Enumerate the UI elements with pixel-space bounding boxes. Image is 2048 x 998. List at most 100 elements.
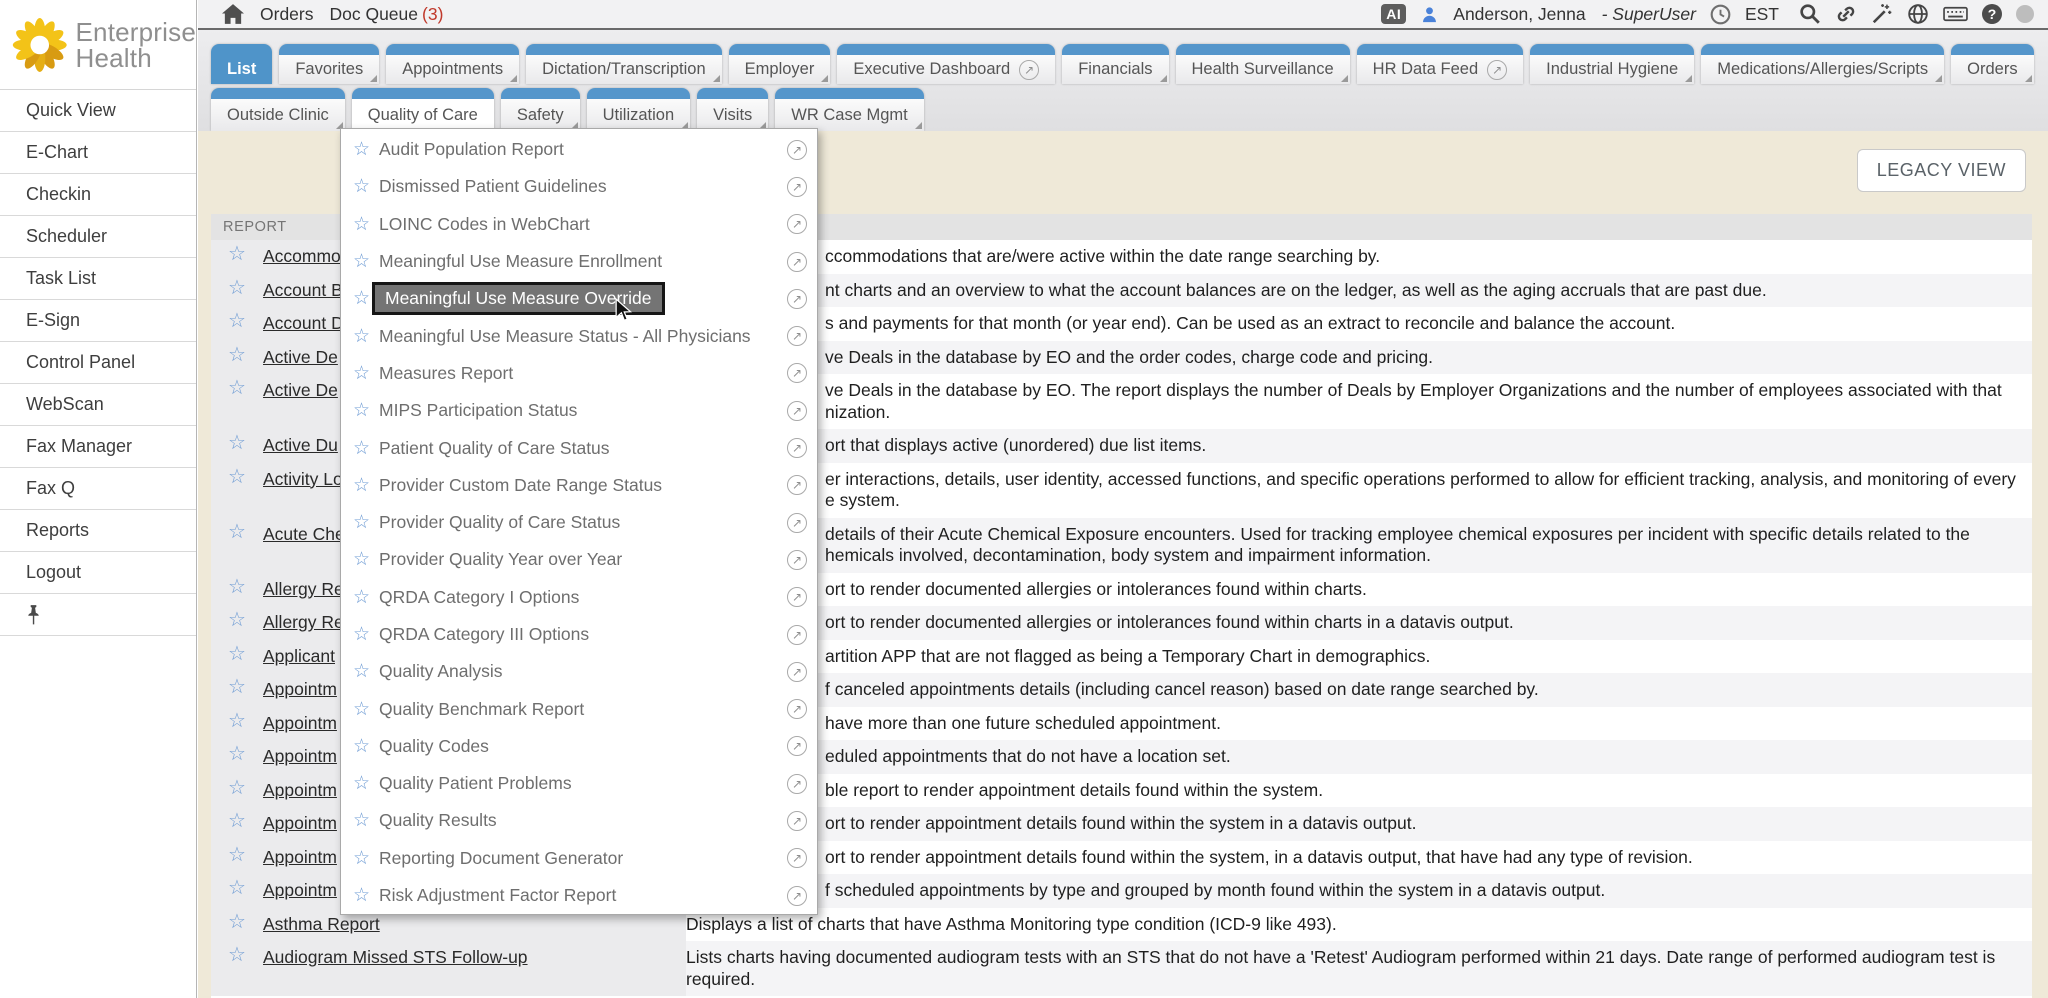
open-in-new-icon[interactable] xyxy=(787,438,807,458)
report-link[interactable]: Acute Che xyxy=(263,524,345,544)
help-icon[interactable] xyxy=(1982,4,2002,24)
favorite-star-icon[interactable] xyxy=(353,811,371,830)
favorite-star-icon[interactable] xyxy=(228,432,246,454)
breadcrumb-doc-queue[interactable]: Doc Queue xyxy=(329,4,418,25)
favorite-star-icon[interactable] xyxy=(228,743,246,765)
open-in-new-icon[interactable] xyxy=(787,550,807,570)
open-in-new-icon[interactable] xyxy=(787,177,807,197)
favorite-star-icon[interactable] xyxy=(228,466,246,488)
menu-item[interactable]: Dismissed Patient Guidelines xyxy=(341,168,817,205)
report-link[interactable]: Account D xyxy=(263,313,344,333)
report-link[interactable]: Asthma Report xyxy=(263,914,380,934)
menu-item-label[interactable]: Meaningful Use Measure Enrollment xyxy=(379,251,662,272)
sidebar-item[interactable]: Logout xyxy=(0,552,196,594)
open-in-new-icon[interactable] xyxy=(787,662,807,682)
tab-item[interactable]: Financials xyxy=(1062,44,1168,84)
open-in-new-icon[interactable] xyxy=(787,699,807,719)
sidebar-item[interactable]: E-Sign xyxy=(0,300,196,342)
menu-item[interactable]: Provider Quality Year over Year xyxy=(341,541,817,578)
favorite-star-icon[interactable] xyxy=(228,521,246,543)
favorite-star-icon[interactable] xyxy=(228,377,246,399)
tab-item[interactable]: HR Data Feed xyxy=(1357,44,1523,84)
clock-icon[interactable] xyxy=(1710,4,1731,25)
tab-item[interactable]: Medications/Allergies/Scripts xyxy=(1701,44,1944,84)
favorite-star-icon[interactable] xyxy=(353,177,371,196)
tab-item[interactable]: List xyxy=(211,44,272,84)
open-in-new-icon[interactable] xyxy=(787,401,807,421)
favorite-star-icon[interactable] xyxy=(228,710,246,732)
favorite-star-icon[interactable] xyxy=(353,700,371,719)
report-link[interactable]: Appointm xyxy=(263,880,337,900)
menu-item[interactable]: Quality Patient Problems xyxy=(341,765,817,802)
menu-item[interactable]: Provider Custom Date Range Status xyxy=(341,467,817,504)
home-icon[interactable] xyxy=(222,4,244,24)
favorite-star-icon[interactable] xyxy=(353,476,371,495)
report-link[interactable]: Account B xyxy=(263,280,343,300)
menu-item-label[interactable]: QRDA Category I Options xyxy=(379,587,579,608)
report-link[interactable]: Applicant xyxy=(263,646,335,666)
favorite-star-icon[interactable] xyxy=(228,243,246,265)
search-icon[interactable] xyxy=(1799,3,1821,25)
report-link[interactable]: Allergy Re xyxy=(263,612,344,632)
report-link[interactable]: Appointm xyxy=(263,847,337,867)
menu-item-label[interactable]: Meaningful Use Measure Status - All Phys… xyxy=(379,326,751,347)
menu-item[interactable]: Quality Codes xyxy=(341,728,817,765)
wand-icon[interactable] xyxy=(1871,3,1893,25)
report-link[interactable]: Appointm xyxy=(263,679,337,699)
menu-item[interactable]: Quality Results xyxy=(341,802,817,839)
menu-item[interactable]: MIPS Participation Status xyxy=(341,392,817,429)
favorite-star-icon[interactable] xyxy=(228,911,246,933)
favorite-star-icon[interactable] xyxy=(353,886,371,905)
tab-item[interactable]: Employer xyxy=(729,44,831,84)
menu-item-label[interactable]: Quality Benchmark Report xyxy=(379,699,584,720)
open-in-new-icon[interactable] xyxy=(787,886,807,906)
menu-item[interactable]: Provider Quality of Care Status xyxy=(341,504,817,541)
sidebar-item[interactable]: Task List xyxy=(0,258,196,300)
favorite-star-icon[interactable] xyxy=(228,576,246,598)
open-in-new-icon[interactable] xyxy=(787,774,807,794)
tab-item[interactable]: Dictation/Transcription xyxy=(526,44,722,84)
sidebar-item[interactable]: WebScan xyxy=(0,384,196,426)
menu-item-label[interactable]: LOINC Codes in WebChart xyxy=(379,214,590,235)
open-in-new-icon[interactable] xyxy=(787,140,807,160)
tab-item[interactable]: Executive Dashboard xyxy=(837,44,1055,84)
tab-item[interactable]: Appointments xyxy=(386,44,519,84)
menu-item-label[interactable]: Quality Analysis xyxy=(379,661,503,682)
favorite-star-icon[interactable] xyxy=(353,289,371,308)
keyboard-icon[interactable] xyxy=(1943,4,1968,24)
open-in-new-icon[interactable] xyxy=(787,289,807,309)
menu-item-label[interactable]: Provider Quality Year over Year xyxy=(379,549,622,570)
menu-item-label[interactable]: Patient Quality of Care Status xyxy=(379,438,610,459)
report-link[interactable]: Allergy Re xyxy=(263,579,344,599)
report-link[interactable]: Appointm xyxy=(263,746,337,766)
favorite-star-icon[interactable] xyxy=(353,662,371,681)
open-in-new-icon[interactable] xyxy=(787,513,807,533)
menu-item-label[interactable]: Risk Adjustment Factor Report xyxy=(379,885,616,906)
favorite-star-icon[interactable] xyxy=(228,310,246,332)
report-link[interactable]: Appointm xyxy=(263,713,337,733)
menu-item-label[interactable]: Quality Patient Problems xyxy=(379,773,572,794)
menu-item-label[interactable]: Quality Codes xyxy=(379,736,489,757)
favorite-star-icon[interactable] xyxy=(228,877,246,899)
open-in-new-icon[interactable] xyxy=(787,252,807,272)
pushpin-icon[interactable] xyxy=(26,605,41,625)
menu-item-label[interactable]: Quality Results xyxy=(379,810,497,831)
favorite-star-icon[interactable] xyxy=(228,810,246,832)
sidebar-item[interactable]: Quick View xyxy=(0,90,196,132)
menu-item[interactable]: Quality Benchmark Report xyxy=(341,690,817,727)
menu-item[interactable]: QRDA Category III Options xyxy=(341,616,817,653)
open-in-new-icon[interactable] xyxy=(787,736,807,756)
favorite-star-icon[interactable] xyxy=(353,550,371,569)
menu-item[interactable]: Audit Population Report xyxy=(341,131,817,168)
sidebar-item[interactable]: E-Chart xyxy=(0,132,196,174)
sidebar-item[interactable]: Checkin xyxy=(0,174,196,216)
globe-icon[interactable] xyxy=(1907,3,1929,25)
favorite-star-icon[interactable] xyxy=(353,513,371,532)
report-link[interactable]: Appointm xyxy=(263,813,337,833)
favorite-star-icon[interactable] xyxy=(228,676,246,698)
menu-item[interactable]: Reporting Document Generator xyxy=(341,840,817,877)
favorite-star-icon[interactable] xyxy=(353,140,371,159)
menu-item[interactable]: Measures Report xyxy=(341,355,817,392)
tab-item[interactable]: WR Case Mgmt xyxy=(775,88,923,131)
report-link[interactable]: Active Du xyxy=(263,435,338,455)
